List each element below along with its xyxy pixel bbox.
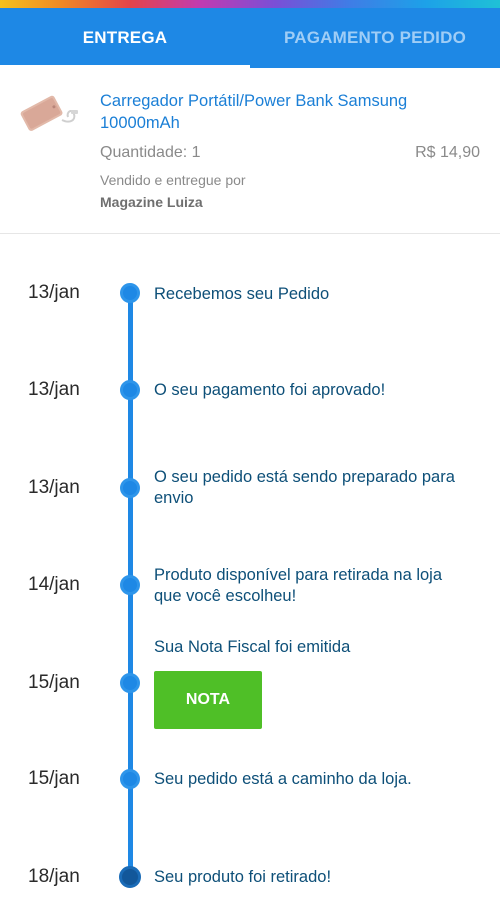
timeline-message: O seu pedido está sendo preparado para e… <box>154 468 455 507</box>
timeline-date: 13/jan <box>28 379 80 400</box>
timeline-message: Recebemos seu Pedido <box>154 285 330 303</box>
power-bank-image <box>20 95 78 131</box>
product-quantity: Quantidade: 1 <box>100 144 201 161</box>
sold-by-label: Vendido e entregue por <box>100 172 246 188</box>
timeline-date: 13/jan <box>28 477 80 498</box>
timeline-dot <box>120 575 140 595</box>
timeline-dot <box>120 283 140 303</box>
seller-name: Magazine Luiza <box>100 194 203 210</box>
timeline-message: Seu produto foi retirado! <box>154 868 332 886</box>
top-accent-bar <box>0 0 500 8</box>
tab-bar: ENTREGA PAGAMENTO PEDIDO <box>0 8 500 68</box>
timeline-message: Sua Nota Fiscal foi emitida <box>154 638 351 656</box>
timeline-dot <box>120 380 140 400</box>
timeline-dot <box>120 478 140 498</box>
tab-entrega[interactable]: ENTREGA <box>0 8 250 68</box>
product-title[interactable]: Carregador Portátil/Power Bank Samsung 1… <box>100 90 480 134</box>
timeline-date: 18/jan <box>28 866 80 887</box>
timeline-message: Seu pedido está a caminho da loja. <box>154 770 412 788</box>
timeline-date: 14/jan <box>28 574 80 595</box>
timeline-message: O seu pagamento foi aprovado! <box>154 381 386 399</box>
product-card: Carregador Portátil/Power Bank Samsung 1… <box>0 68 500 234</box>
product-price: R$ 14,90 <box>415 144 480 161</box>
timeline-message: Produto disponível para retirada na loja… <box>154 566 443 605</box>
timeline-date: 13/jan <box>28 282 80 303</box>
timeline-date: 15/jan <box>28 672 80 693</box>
tab-pagamento-pedido[interactable]: PAGAMENTO PEDIDO <box>250 8 500 68</box>
nota-button[interactable]: NOTA <box>154 671 262 729</box>
timeline-dot <box>120 769 140 789</box>
timeline-date: 15/jan <box>28 768 80 789</box>
timeline-dot-final <box>119 866 141 888</box>
timeline-dot <box>120 673 140 693</box>
